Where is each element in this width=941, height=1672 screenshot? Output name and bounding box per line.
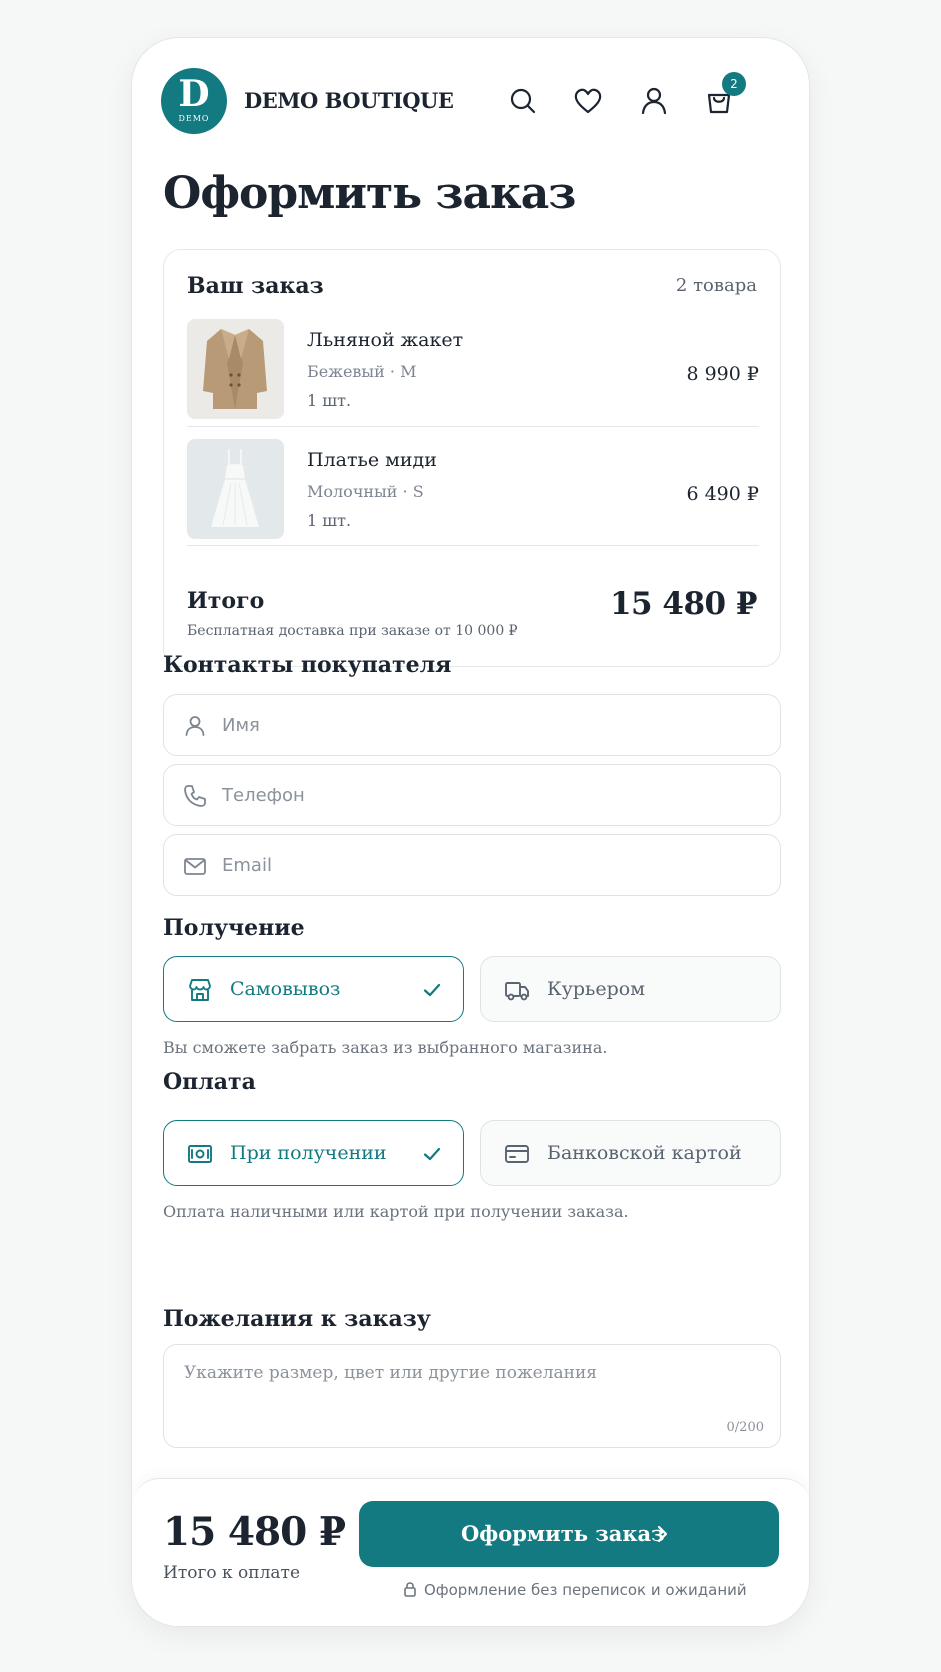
payment-hint: Оплата наличными или картой при получени… [163, 1202, 629, 1221]
check-icon [423, 1147, 441, 1161]
credit-card-icon [505, 1145, 529, 1163]
payment-title: Оплата [163, 1069, 256, 1095]
name-input[interactable] [222, 695, 762, 755]
phone-input[interactable] [222, 765, 762, 825]
payment-option-label: При получении [230, 1142, 387, 1164]
char-counter: 0/200 [726, 1420, 764, 1435]
search-icon[interactable] [506, 84, 540, 118]
item-variant: Молочный · S [307, 482, 424, 501]
mail-icon [184, 858, 206, 875]
secure-note: Оформление без переписок и ожиданий [402, 1581, 747, 1599]
total-divider [187, 545, 759, 546]
delivery-option-pickup[interactable]: Самовывоз [163, 956, 464, 1022]
item-image-jacket [187, 319, 284, 419]
item-variant: Бежевый · M [307, 362, 417, 381]
payable-total-label: Итого к оплате [163, 1563, 301, 1583]
delivery-option-courier[interactable]: Курьером [480, 956, 781, 1022]
order-summary-card: Ваш заказ 2 товара Льняной жакет Бежевый… [163, 249, 781, 667]
payable-total: 15 480 ₽ [163, 1509, 346, 1555]
item-quantity: 1 шт. [307, 391, 352, 410]
item-price: 8 990 ₽ [686, 363, 759, 385]
phone-field[interactable] [163, 764, 781, 826]
name-field[interactable] [163, 694, 781, 756]
email-input[interactable] [222, 835, 762, 895]
app-header: D DEMO DEMO BOUTIQUE 2 [161, 68, 781, 134]
comment-title: Пожелания к заказу [163, 1306, 431, 1332]
user-icon [185, 716, 205, 736]
item-divider [187, 426, 759, 427]
phone-icon [184, 785, 206, 807]
logo-letter: D [178, 73, 210, 115]
item-quantity: 1 шт. [307, 511, 352, 530]
secure-note-text: Оформление без переписок и ожиданий [424, 1581, 747, 1599]
order-item[interactable]: Льняной жакет Бежевый · M 1 шт. 8 990 ₽ [187, 319, 759, 429]
total-label: Итого [187, 588, 265, 614]
order-count: 2 товара [675, 275, 757, 296]
cart-count-badge: 2 [722, 72, 746, 96]
order-title: Ваш заказ [187, 273, 324, 299]
order-item[interactable]: Платье миди Молочный · S 1 шт. 6 490 ₽ [187, 439, 759, 549]
total-value: 15 480 ₽ [609, 586, 758, 622]
item-image-dress [187, 439, 284, 539]
chevron-right-icon [657, 1525, 668, 1543]
check-icon [423, 983, 441, 997]
item-name: Платье миди [307, 449, 437, 471]
page-title: Оформить заказ [163, 168, 576, 219]
place-order-label: Оформить заказ [461, 1521, 665, 1546]
comment-field[interactable]: 0/200 [163, 1344, 781, 1448]
delivery-option-label: Самовывоз [230, 978, 341, 1000]
phone-frame: D DEMO DEMO BOUTIQUE 2 Оформить заказ Ва… [131, 37, 810, 1627]
payment-option-card[interactable]: Банковской картой [480, 1120, 781, 1186]
user-icon[interactable] [637, 84, 671, 118]
comment-textarea[interactable] [184, 1363, 762, 1423]
logo-sub: DEMO [178, 114, 210, 123]
heart-icon[interactable] [571, 84, 605, 118]
payment-option-label: Банковской картой [547, 1142, 742, 1164]
payment-option-on-delivery[interactable]: При получении [163, 1120, 464, 1186]
shopping-bag-icon[interactable]: 2 [702, 72, 746, 118]
delivery-title: Получение [163, 915, 305, 941]
cash-icon [188, 1145, 212, 1163]
place-order-button[interactable]: Оформить заказ [359, 1501, 779, 1567]
item-name: Льняной жакет [307, 329, 464, 351]
free-delivery-note: Бесплатная доставка при заказе от 10 000… [187, 623, 518, 639]
brand-name: DEMO BOUTIQUE [244, 88, 454, 113]
contacts-title: Контакты покупателя [163, 652, 452, 678]
truck-icon [505, 982, 529, 1001]
checkout-bottom-bar: 15 480 ₽ Итого к оплате Оформить заказ О… [132, 1478, 809, 1626]
brand-logo[interactable]: D DEMO [161, 68, 227, 134]
lock-icon [404, 1582, 416, 1597]
delivery-option-label: Курьером [547, 978, 646, 1000]
item-price: 6 490 ₽ [686, 483, 759, 505]
store-icon [189, 979, 211, 1001]
delivery-hint: Вы сможете забрать заказ из выбранного м… [163, 1038, 608, 1057]
email-field[interactable] [163, 834, 781, 896]
